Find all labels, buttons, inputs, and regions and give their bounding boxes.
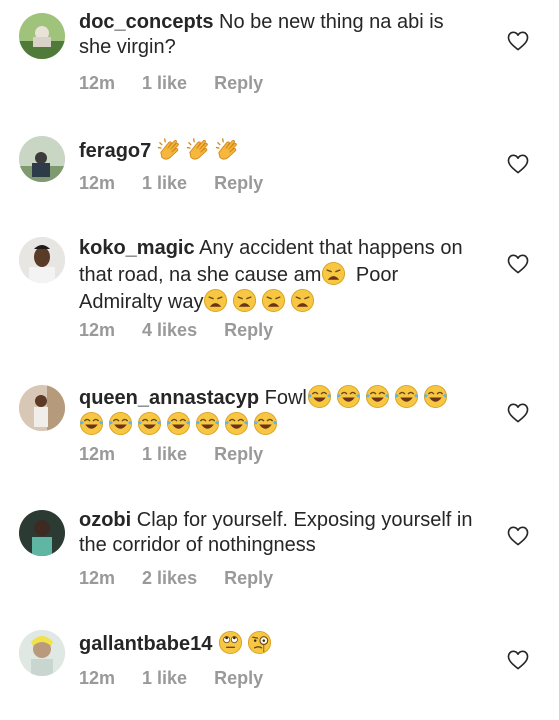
- likes-count[interactable]: 1 like: [142, 173, 187, 193]
- comment-meta: 12m 4 likes Reply: [79, 320, 300, 341]
- comment-item: gallantbabe14 12m 1 like Reply: [0, 620, 559, 720]
- likes-count[interactable]: 2 likes: [142, 568, 197, 588]
- reply-button[interactable]: Reply: [224, 320, 273, 340]
- heart-outline-icon[interactable]: [507, 403, 529, 423]
- avatar[interactable]: [19, 237, 65, 283]
- timestamp: 12m: [79, 668, 116, 688]
- comment-item: doc_concepts No be new thing na abi is s…: [0, 0, 559, 110]
- monocle-face-emoji: [247, 630, 272, 655]
- comment-item: queen_annastacyp Fowl 12m 1 like Reply: [0, 370, 559, 495]
- reply-button[interactable]: Reply: [214, 73, 263, 93]
- weary-face-emoji: [203, 288, 228, 313]
- username[interactable]: gallantbabe14: [79, 633, 212, 655]
- tears-of-joy-emoji: [195, 411, 220, 436]
- username[interactable]: ferago7: [79, 140, 151, 162]
- tears-of-joy-emoji: [307, 384, 332, 409]
- likes-count[interactable]: 1 like: [142, 444, 187, 464]
- weary-face-emoji: [261, 288, 286, 313]
- clapping-hands-emoji: [215, 137, 240, 162]
- weary-face-emoji: [321, 261, 346, 286]
- comment-text: ozobi Clap for yourself. Exposing yourse…: [79, 508, 479, 558]
- comment-meta: 12m 1 like Reply: [79, 444, 290, 465]
- tears-of-joy-emoji: [253, 411, 278, 436]
- avatar[interactable]: [19, 13, 65, 59]
- avatar[interactable]: [19, 385, 65, 431]
- likes-count[interactable]: 1 like: [142, 73, 187, 93]
- likes-count[interactable]: 4 likes: [142, 320, 197, 340]
- avatar[interactable]: [19, 510, 65, 556]
- reply-button[interactable]: Reply: [214, 444, 263, 464]
- timestamp: 12m: [79, 173, 116, 193]
- tears-of-joy-emoji: [137, 411, 162, 436]
- comment-text: gallantbabe14: [79, 630, 479, 657]
- tears-of-joy-emoji: [224, 411, 249, 436]
- reply-button[interactable]: Reply: [224, 568, 273, 588]
- comment-item: ozobi Clap for yourself. Exposing yourse…: [0, 495, 559, 620]
- tears-of-joy-emoji: [423, 384, 448, 409]
- timestamp: 12m: [79, 73, 116, 93]
- weary-face-emoji: [232, 288, 257, 313]
- timestamp: 12m: [79, 320, 116, 340]
- comment-meta: 12m 2 likes Reply: [79, 568, 300, 589]
- comment-meta: 12m 1 like Reply: [79, 173, 290, 194]
- comment-meta: 12m 1 like Reply: [79, 73, 290, 94]
- clapping-hands-emoji: [186, 137, 211, 162]
- eye-roll-emoji: [218, 630, 243, 655]
- heart-outline-icon[interactable]: [507, 254, 529, 274]
- comment-text: koko_magic Any accident that happens on …: [79, 236, 479, 315]
- tears-of-joy-emoji: [166, 411, 191, 436]
- tears-of-joy-emoji: [394, 384, 419, 409]
- username[interactable]: queen_annastacyp: [79, 387, 259, 409]
- weary-face-emoji: [290, 288, 315, 313]
- likes-count[interactable]: 1 like: [142, 668, 187, 688]
- timestamp: 12m: [79, 568, 116, 588]
- tears-of-joy-emoji: [79, 411, 104, 436]
- username[interactable]: koko_magic: [79, 237, 195, 259]
- comment-message: Clap for yourself. Exposing yourself in …: [79, 509, 473, 556]
- comment-item: koko_magic Any accident that happens on …: [0, 220, 559, 370]
- tears-of-joy-emoji: [336, 384, 361, 409]
- username[interactable]: doc_concepts: [79, 11, 213, 33]
- comment-message: Fowl: [259, 387, 307, 409]
- heart-outline-icon[interactable]: [507, 650, 529, 670]
- comment-text: doc_concepts No be new thing na abi is s…: [79, 10, 479, 60]
- tears-of-joy-emoji: [365, 384, 390, 409]
- reply-button[interactable]: Reply: [214, 668, 263, 688]
- heart-outline-icon[interactable]: [507, 526, 529, 546]
- tears-of-joy-emoji: [108, 411, 133, 436]
- comment-text: queen_annastacyp Fowl: [79, 384, 479, 438]
- comment-item: ferago7 12m 1 like Reply: [0, 110, 559, 220]
- avatar[interactable]: [19, 630, 65, 676]
- comment-text: ferago7: [79, 137, 479, 164]
- reply-button[interactable]: Reply: [214, 173, 263, 193]
- heart-outline-icon[interactable]: [507, 154, 529, 174]
- comment-meta: 12m 1 like Reply: [79, 668, 290, 689]
- avatar[interactable]: [19, 136, 65, 182]
- clapping-hands-emoji: [157, 137, 182, 162]
- username[interactable]: ozobi: [79, 509, 131, 531]
- timestamp: 12m: [79, 444, 116, 464]
- heart-outline-icon[interactable]: [507, 31, 529, 51]
